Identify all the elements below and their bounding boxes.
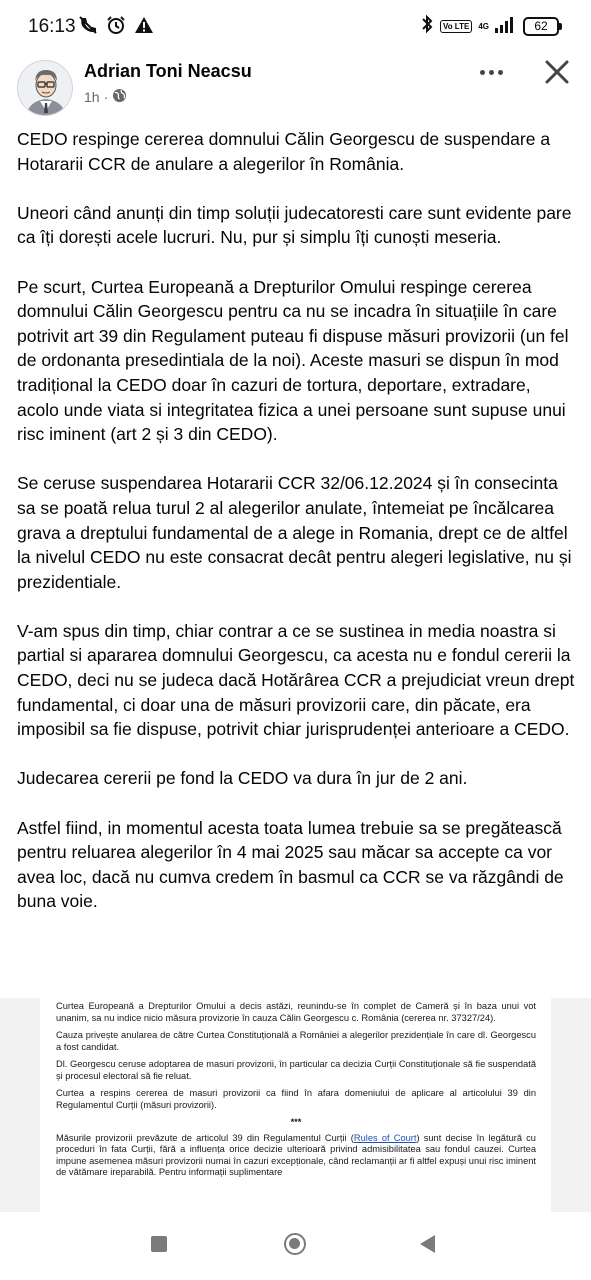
battery-icon: 62 bbox=[523, 17, 562, 36]
more-dot-icon bbox=[479, 69, 485, 75]
post-paragraph: Uneori când anunți din timp soluții jude… bbox=[17, 202, 572, 248]
document-paragraph: Măsurile provizorii prevăzute de articol… bbox=[56, 1133, 536, 1179]
post-time[interactable]: 1h bbox=[84, 89, 100, 105]
more-dot-icon bbox=[488, 69, 494, 75]
document-paragraph: Cauza privește anularea de către Curtea … bbox=[56, 1030, 536, 1052]
post-paragraph: Judecarea cererii pe fond la CEDO va dur… bbox=[17, 768, 468, 789]
volte-icon: Vo LTE bbox=[439, 20, 473, 33]
back-button[interactable] bbox=[420, 1235, 435, 1253]
attached-document-image[interactable]: Curtea Europeană a Drepturilor Omului a … bbox=[0, 998, 591, 1212]
home-button[interactable] bbox=[284, 1233, 306, 1255]
muted-call-icon bbox=[78, 15, 98, 40]
post-meta: 1h · bbox=[84, 88, 127, 106]
globe-icon bbox=[112, 88, 127, 106]
avatar[interactable] bbox=[17, 60, 73, 116]
post-text: CEDO respinge cererea domnului Călin Geo… bbox=[17, 127, 575, 939]
document-separator: *** bbox=[290, 1117, 302, 1127]
close-button[interactable] bbox=[539, 54, 575, 90]
post-paragraph: Se ceruse suspendarea Hotararii CCR 32/0… bbox=[17, 473, 572, 592]
network-label: 4G bbox=[478, 21, 489, 31]
document-paragraph: Curtea a respins cererea de masuri provi… bbox=[56, 1088, 536, 1110]
navigation-bar bbox=[0, 1212, 591, 1280]
status-left-icons bbox=[78, 15, 154, 40]
post-paragraph: Pe scurt, Curtea Europeană a Drepturilor… bbox=[17, 276, 569, 445]
post-paragraph: V-am spus din timp, chiar contrar a ce s… bbox=[17, 620, 575, 740]
post-header: Adrian Toni Neacsu 1h · bbox=[0, 54, 591, 124]
document-paragraph: Dl. Georgescu ceruse adoptarea de masuri… bbox=[56, 1059, 536, 1081]
signal-icon bbox=[495, 15, 517, 38]
meta-separator: · bbox=[103, 89, 109, 105]
status-right-icons: Vo LTE 4G 62 bbox=[420, 14, 562, 39]
post-paragraph: Astfel fiind, in momentul acesta toata l… bbox=[17, 817, 564, 912]
rules-of-court-link: Rules of Court bbox=[353, 1132, 417, 1143]
bluetooth-icon bbox=[420, 14, 434, 39]
close-icon bbox=[545, 60, 569, 84]
more-dot-icon bbox=[497, 69, 503, 75]
recents-button[interactable] bbox=[151, 1236, 167, 1252]
author-name[interactable]: Adrian Toni Neacsu bbox=[84, 61, 252, 82]
document-text: Măsurile provizorii prevăzute de articol… bbox=[56, 1132, 354, 1143]
document-paragraph: Curtea Europeană a Drepturilor Omului a … bbox=[56, 1001, 536, 1023]
post-paragraph: CEDO respinge cererea domnului Călin Geo… bbox=[17, 129, 551, 174]
status-bar: 16:13 Vo LTE 4G 62 bbox=[0, 0, 591, 54]
document-page: Curtea Europeană a Drepturilor Omului a … bbox=[40, 998, 551, 1212]
status-time: 16:13 bbox=[28, 16, 76, 37]
warning-icon bbox=[134, 15, 154, 40]
alarm-icon bbox=[106, 15, 126, 40]
more-options-button[interactable] bbox=[471, 56, 511, 88]
